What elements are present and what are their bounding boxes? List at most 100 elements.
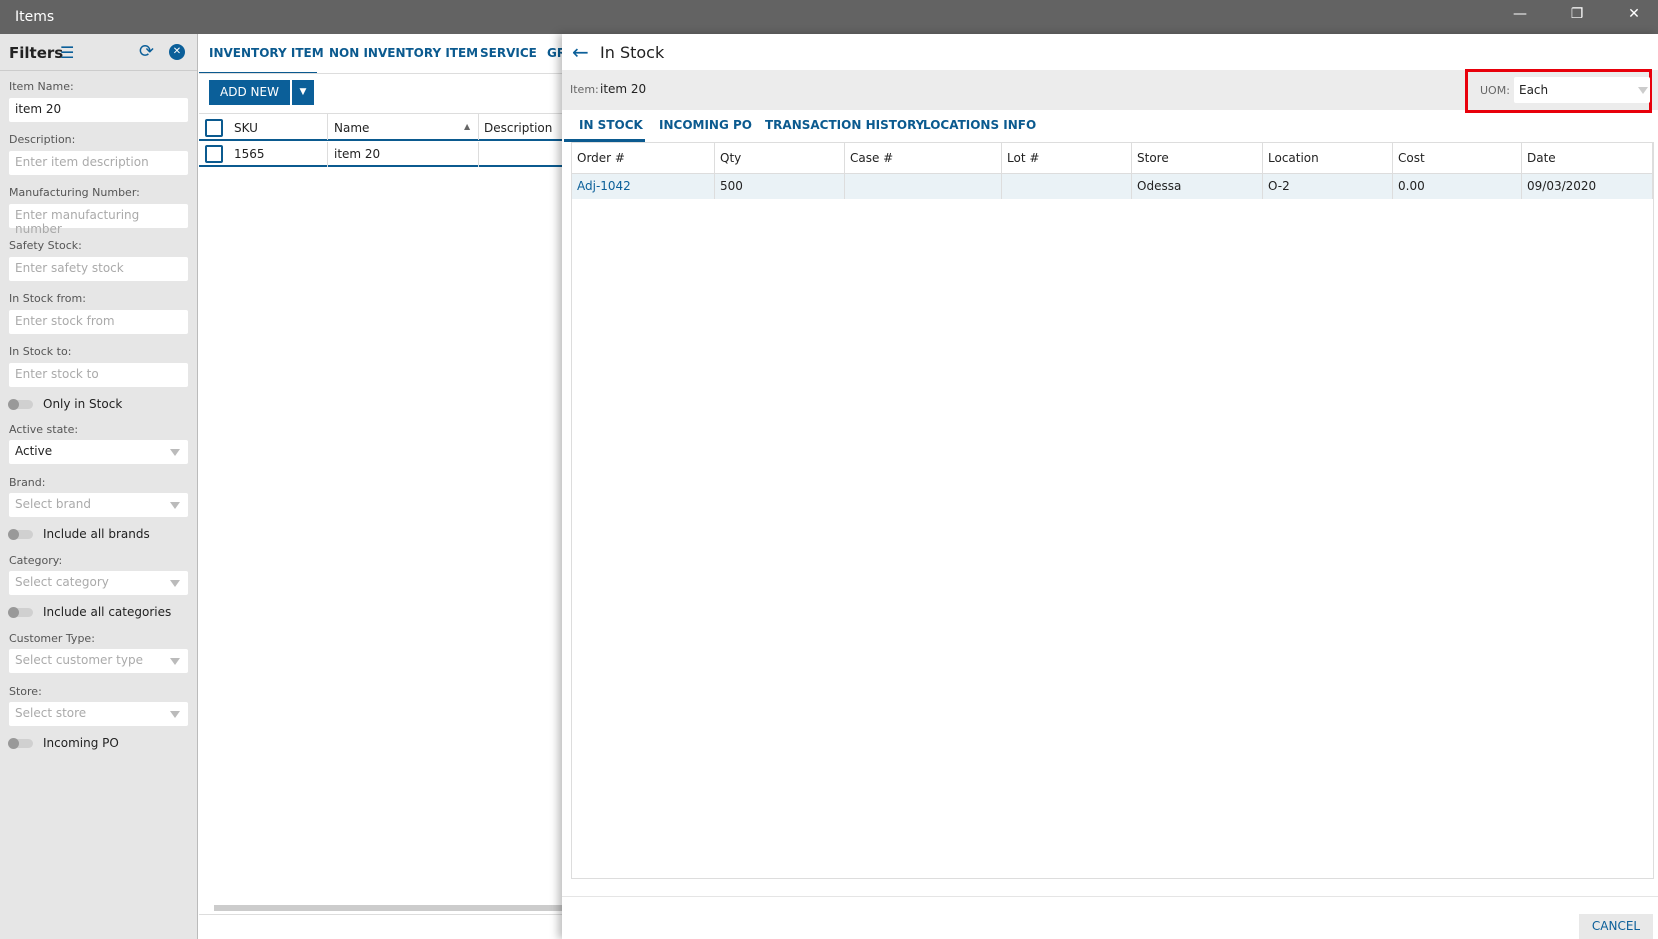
location-cell: O-2 xyxy=(1263,174,1393,199)
refresh-icon[interactable]: ⟳ xyxy=(139,41,154,62)
name-cell: item 20 xyxy=(334,147,381,161)
filters-sidebar: Filters ☰ ⟳ ✕ Item Name: item 20 Descrip… xyxy=(0,34,198,939)
tab-service[interactable]: SERVICE xyxy=(480,46,537,60)
column-header-location[interactable]: Location xyxy=(1263,143,1393,173)
active-state-value: Active xyxy=(15,444,53,458)
chevron-down-icon xyxy=(1638,87,1648,94)
close-icon[interactable]: ✕ xyxy=(1619,6,1649,22)
in-stock-panel: ← In Stock Item: item 20 UOM: Each IN ST… xyxy=(562,34,1658,939)
uom-select[interactable]: Each xyxy=(1514,77,1650,103)
in-stock-table-header: Order # Qty Case # Lot # Store Location Cost Da… xyxy=(572,143,1653,174)
horizontal-scrollbar[interactable] xyxy=(214,905,562,911)
chevron-down-icon xyxy=(170,502,180,509)
items-list-panel: INVENTORY ITEM NON INVENTORY ITEM SERVIC… xyxy=(199,34,562,939)
mfg-number-input[interactable]: Enter manufacturing number xyxy=(9,204,188,236)
column-header-sku[interactable]: SKU xyxy=(234,121,258,135)
clear-filters-icon[interactable]: ✕ xyxy=(169,44,185,60)
item-label: Item: xyxy=(570,83,599,96)
tab-inventory-item[interactable]: INVENTORY ITEM xyxy=(209,46,324,60)
include-categories-toggle[interactable] xyxy=(8,607,33,618)
stock-to-input[interactable]: Enter stock to xyxy=(9,363,188,387)
cost-cell: 0.00 xyxy=(1393,174,1522,199)
store-cell: Odessa xyxy=(1132,174,1263,199)
include-categories-label: Include all categories xyxy=(43,605,172,619)
column-header-lot[interactable]: Lot # xyxy=(1002,143,1132,173)
lot-cell xyxy=(1002,174,1132,199)
stock-from-label: In Stock from: xyxy=(9,292,86,305)
item-value: item 20 xyxy=(600,82,647,96)
mfg-number-label: Manufacturing Number: xyxy=(9,186,140,199)
restore-icon[interactable]: ❐ xyxy=(1562,6,1592,22)
cancel-button[interactable]: CANCEL xyxy=(1579,914,1653,939)
column-header-store[interactable]: Store xyxy=(1132,143,1263,173)
chevron-down-icon xyxy=(170,580,180,587)
only-in-stock-toggle[interactable] xyxy=(8,399,33,410)
column-header-description[interactable]: Description xyxy=(484,121,552,135)
category-placeholder: Select category xyxy=(15,575,109,589)
safety-stock-input[interactable]: Enter safety stock xyxy=(9,257,188,281)
item-name-input[interactable]: item 20 xyxy=(9,98,188,122)
window-title: Items xyxy=(15,9,55,25)
filter-icon[interactable]: ☰ xyxy=(60,43,74,62)
table-row[interactable]: Adj-1042 500 Odessa O-2 0.00 09/03/2020 xyxy=(572,174,1653,199)
stock-from-input[interactable]: Enter stock from xyxy=(9,310,188,334)
row-checkbox[interactable] xyxy=(205,145,223,163)
category-label: Category: xyxy=(9,554,63,567)
column-header-cost[interactable]: Cost xyxy=(1393,143,1522,173)
tab-in-stock[interactable]: IN STOCK xyxy=(579,118,643,132)
order-cell[interactable]: Adj-1042 xyxy=(572,174,715,199)
include-brands-label: Include all brands xyxy=(43,527,150,541)
qty-cell: 500 xyxy=(715,174,845,199)
table-row[interactable]: 1565 item 20 xyxy=(199,142,562,167)
incoming-po-toggle[interactable] xyxy=(8,738,33,749)
add-new-dropdown-button[interactable]: ▼ xyxy=(292,80,314,105)
column-header-date[interactable]: Date xyxy=(1522,143,1653,173)
tab-locations-info[interactable]: LOCATIONS INFO xyxy=(923,118,1036,132)
description-input[interactable]: Enter item description xyxy=(9,151,188,175)
panel-title: In Stock xyxy=(600,43,665,62)
uom-value: Each xyxy=(1519,83,1549,97)
description-label: Description: xyxy=(9,133,76,146)
tab-transaction-history[interactable]: TRANSACTION HISTORY xyxy=(765,118,924,132)
items-table-header: SKU Name ▲ Description xyxy=(199,113,562,141)
store-label: Store: xyxy=(9,685,42,698)
chevron-down-icon xyxy=(170,711,180,718)
include-brands-toggle[interactable] xyxy=(8,529,33,540)
add-new-button[interactable]: ADD NEW xyxy=(209,80,290,105)
store-select[interactable]: Select store xyxy=(9,702,188,726)
category-select[interactable]: Select category xyxy=(9,571,188,595)
brand-placeholder: Select brand xyxy=(15,497,91,511)
stock-to-label: In Stock to: xyxy=(9,345,72,358)
minimize-icon[interactable]: — xyxy=(1505,6,1535,22)
back-arrow-icon[interactable]: ← xyxy=(572,40,589,64)
customer-type-label: Customer Type: xyxy=(9,632,95,645)
chevron-down-icon xyxy=(170,449,180,456)
case-cell xyxy=(845,174,1002,199)
filters-title: Filters xyxy=(9,44,64,62)
brand-select[interactable]: Select brand xyxy=(9,493,188,517)
uom-highlight: UOM: Each xyxy=(1465,69,1652,113)
active-state-label: Active state: xyxy=(9,423,79,436)
date-cell: 09/03/2020 xyxy=(1522,174,1653,199)
store-placeholder: Select store xyxy=(15,706,87,720)
active-tab-indicator xyxy=(199,72,317,73)
column-header-qty[interactable]: Qty xyxy=(715,143,845,173)
tab-non-inventory-item[interactable]: NON INVENTORY ITEM xyxy=(329,46,478,60)
item-name-label: Item Name: xyxy=(9,80,74,93)
brand-label: Brand: xyxy=(9,476,46,489)
column-header-order[interactable]: Order # xyxy=(572,143,715,173)
tab-incoming-po[interactable]: INCOMING PO xyxy=(659,118,752,132)
uom-label: UOM: xyxy=(1480,84,1510,97)
chevron-down-icon xyxy=(170,658,180,665)
tab-group[interactable]: GR xyxy=(547,46,562,60)
incoming-po-label: Incoming PO xyxy=(43,736,119,750)
in-stock-table: Order # Qty Case # Lot # Store Location Cost Da… xyxy=(571,142,1654,879)
select-all-checkbox[interactable] xyxy=(205,119,223,137)
column-header-name[interactable]: Name xyxy=(334,121,369,135)
customer-type-select[interactable]: Select customer type xyxy=(9,649,188,673)
active-state-select[interactable]: Active xyxy=(9,440,188,464)
safety-stock-label: Safety Stock: xyxy=(9,239,82,252)
only-in-stock-label: Only in Stock xyxy=(43,397,123,411)
column-header-case[interactable]: Case # xyxy=(845,143,1002,173)
customer-type-placeholder: Select customer type xyxy=(15,653,143,667)
